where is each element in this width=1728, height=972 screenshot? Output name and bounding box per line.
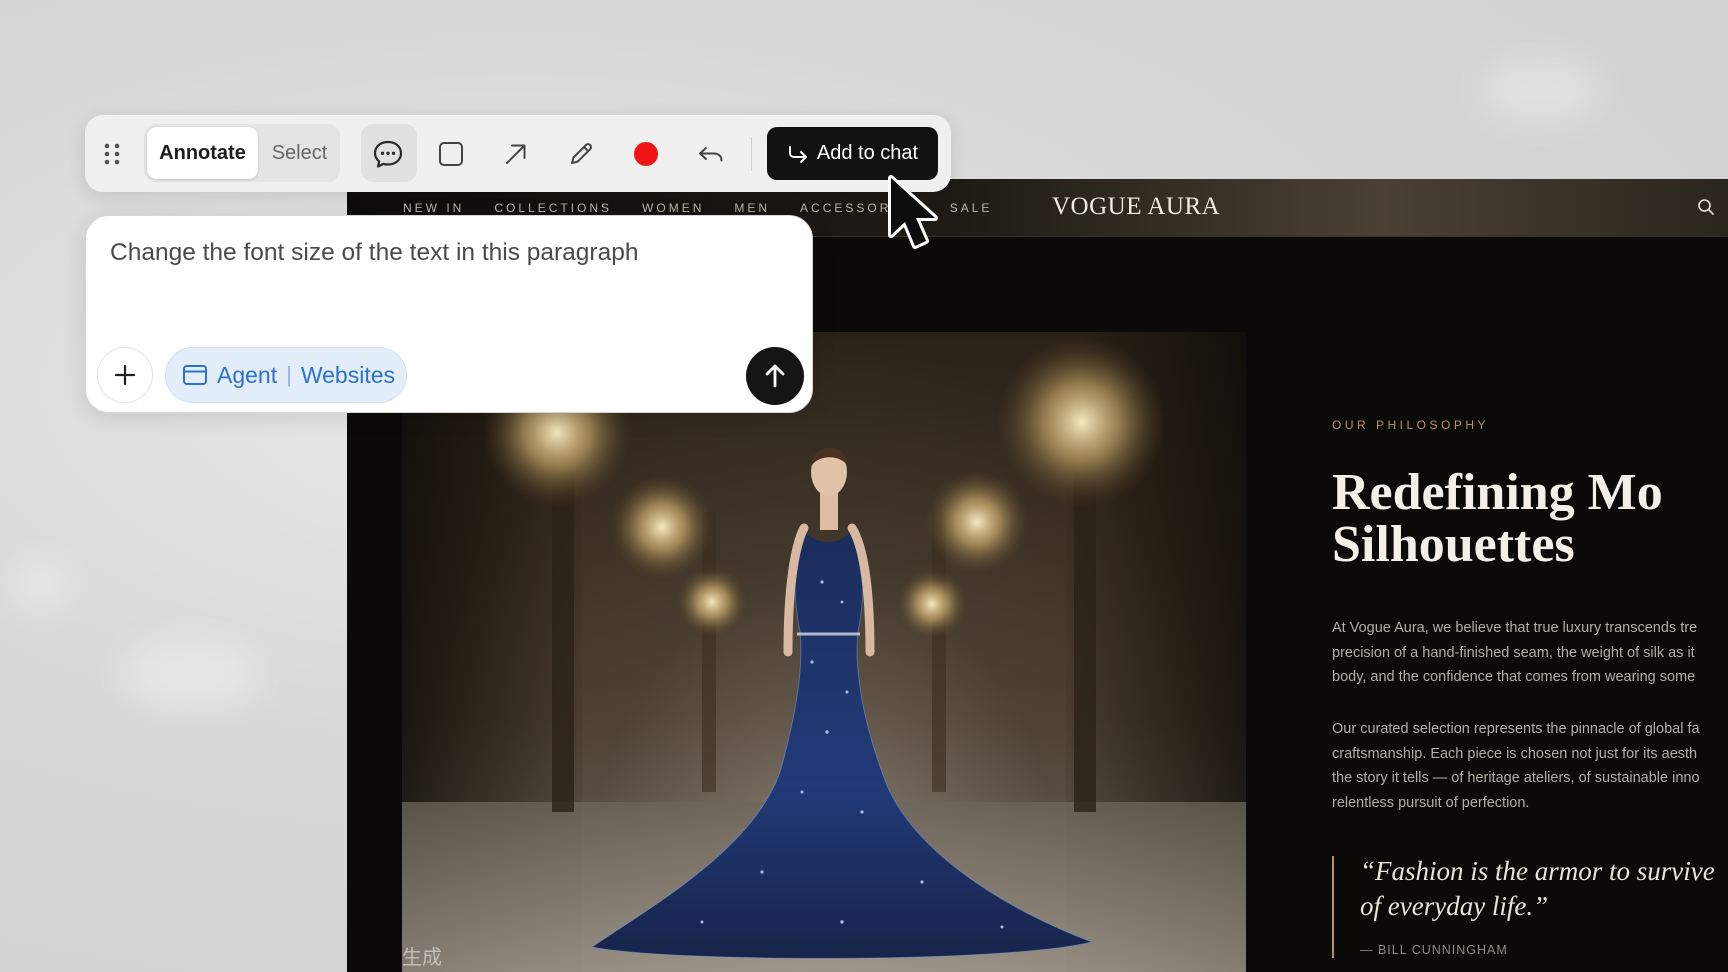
add-attachment-button[interactable]: [97, 347, 153, 403]
nav-link-women[interactable]: WOMEN: [642, 201, 704, 215]
drag-handle-icon[interactable]: [101, 141, 123, 167]
prompt-input[interactable]: Change the font size of the text in this…: [110, 239, 638, 267]
chip-agent-label: Agent: [217, 361, 278, 388]
headline-line-1: Redefining Mo: [1332, 464, 1663, 521]
annotation-toolbar: Annotate Select Add to chat: [85, 115, 951, 192]
rectangle-icon[interactable]: [436, 139, 466, 169]
section-eyebrow: OUR PHILOSOPHY: [1332, 418, 1490, 432]
chip-websites-label: Websites: [300, 361, 395, 388]
hero-image: 生成: [402, 332, 1246, 972]
add-to-chat-button[interactable]: Add to chat: [767, 127, 938, 180]
background-smudge: [120, 640, 260, 710]
paragraph-line: At Vogue Aura, we believe that true luxu…: [1332, 620, 1698, 636]
plus-icon: [114, 364, 136, 386]
chat-composer-popover: Change the font size of the text in this…: [85, 215, 813, 413]
search-icon[interactable]: [1696, 197, 1716, 217]
reply-arrow-icon: [788, 145, 807, 163]
nav-link-new-in[interactable]: NEW IN: [403, 201, 464, 215]
philosophy-paragraph-2[interactable]: Our curated selection represents the pin…: [1332, 717, 1728, 815]
paragraph-line: Our curated selection represents the pin…: [1332, 721, 1700, 737]
undo-icon[interactable]: [696, 139, 726, 169]
record-icon[interactable]: [631, 139, 661, 169]
arrow-icon[interactable]: [501, 139, 531, 169]
quote-line-2: of everyday life.”: [1360, 891, 1549, 921]
paragraph-line: body, and the confidence that comes from…: [1332, 669, 1696, 685]
site-brand-logo[interactable]: VOGUE AURA: [1052, 193, 1220, 221]
pull-quote: “Fashion is the armor to survive of ever…: [1360, 854, 1728, 924]
nav-link-accessories[interactable]: ACCESSORIES: [800, 201, 920, 215]
background-smudge: [10, 560, 70, 610]
nav-link-sale[interactable]: SALE: [950, 201, 993, 215]
send-button[interactable]: [746, 347, 804, 405]
mode-select-tab[interactable]: Select: [262, 127, 337, 179]
arrow-up-icon: [765, 364, 785, 388]
philosophy-paragraph-1[interactable]: At Vogue Aura, we believe that true luxu…: [1332, 616, 1728, 690]
paragraph-line: the story it tells — of heritage atelier…: [1332, 770, 1700, 786]
pencil-icon[interactable]: [566, 139, 596, 169]
chip-separator: |: [286, 362, 292, 387]
paragraph-line: craftsmanship. Each piece is chosen not …: [1332, 745, 1698, 762]
image-watermark: 生成: [402, 945, 442, 969]
quote-accent-bar: [1332, 856, 1334, 958]
headline-line-2: Silhouettes: [1332, 516, 1575, 573]
quote-line-1: “Fashion is the armor to survive: [1360, 856, 1715, 886]
add-to-chat-label: Add to chat: [816, 142, 919, 164]
nav-link-collections[interactable]: COLLECTIONS: [494, 201, 612, 215]
quote-attribution: — BILL CUNNINGHAM: [1360, 943, 1508, 957]
mode-annotate-tab[interactable]: Annotate: [147, 127, 258, 179]
paragraph-line: relentless pursuit of perfection.: [1332, 794, 1530, 811]
background-smudge: [1480, 60, 1600, 120]
browser-window-icon: [183, 365, 207, 385]
agent-context-chip[interactable]: Agent | Websites: [165, 347, 407, 403]
paragraph-line: precision of a hand-finished seam, the w…: [1332, 644, 1695, 661]
toolbar-divider: [751, 137, 752, 171]
comment-icon[interactable]: [371, 138, 405, 170]
section-headline: Redefining Mo Silhouettes: [1332, 467, 1728, 571]
hero-illustration: [402, 337, 1246, 972]
nav-link-men[interactable]: MEN: [734, 201, 770, 215]
